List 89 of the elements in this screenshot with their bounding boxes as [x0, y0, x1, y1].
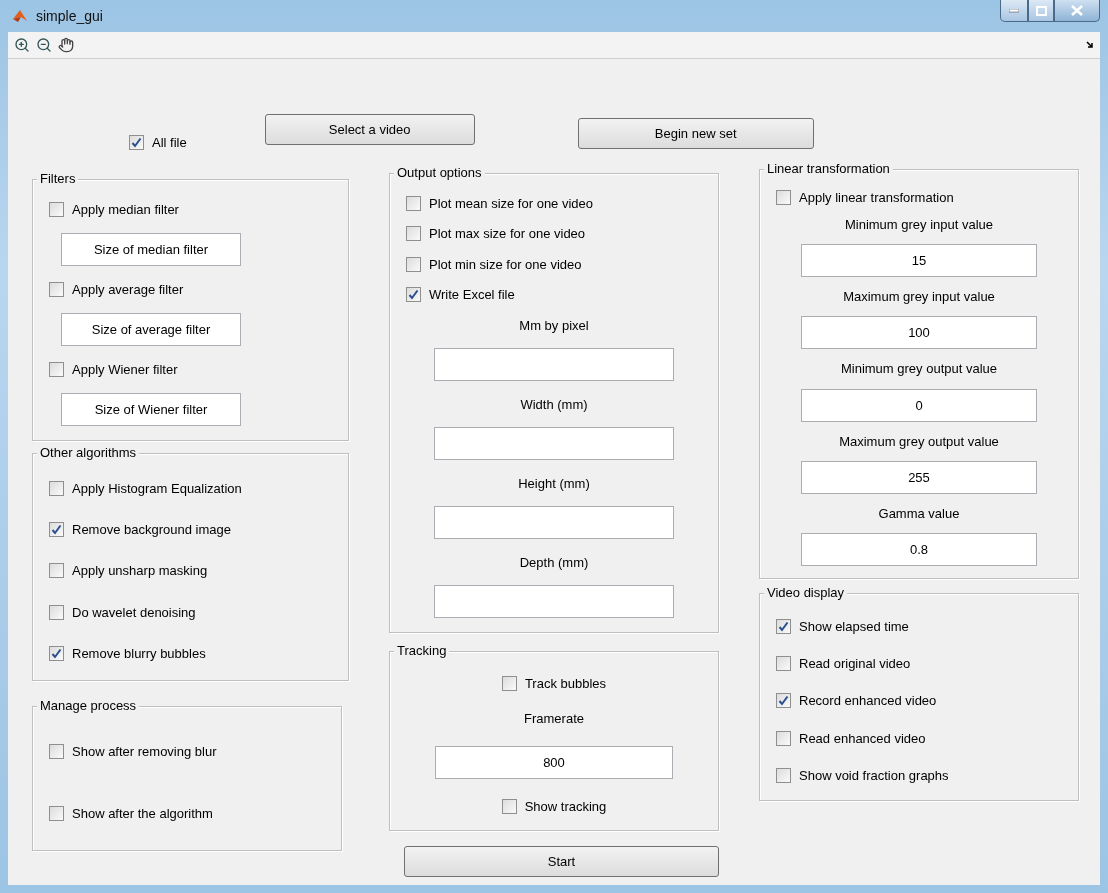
checkbox[interactable]	[49, 522, 64, 538]
checkbox[interactable]	[406, 226, 421, 242]
field-label: Gamma value	[878, 505, 960, 521]
field-label: Minimum grey output value	[840, 361, 998, 377]
start-button[interactable]: Start	[404, 846, 719, 877]
checkbox-label[interactable]: Show elapsed time	[799, 619, 909, 635]
text-field[interactable]: 0	[801, 388, 1037, 422]
new-set-button[interactable]: Begin new set	[577, 118, 814, 149]
zoom-out-icon[interactable]	[36, 37, 52, 53]
checkbox-label[interactable]: Show after the algorithm	[72, 805, 213, 821]
text-field[interactable]	[434, 348, 674, 382]
checkbox-label[interactable]: Read original video	[799, 656, 911, 672]
checkbox[interactable]	[776, 619, 791, 635]
checkbox-label[interactable]: Apply average filter	[72, 282, 184, 297]
text-field[interactable]: Size of median filter	[61, 233, 241, 266]
checkbox-label[interactable]: Record enhanced video	[799, 693, 937, 709]
field-label: Maximum grey input value	[843, 289, 995, 305]
zoom-in-icon[interactable]	[14, 37, 30, 53]
checkbox-label[interactable]: All file	[152, 135, 187, 150]
app-logo-icon	[12, 8, 28, 24]
maximize-button[interactable]	[1028, 0, 1054, 22]
close-button[interactable]	[1054, 0, 1100, 22]
close-icon	[1071, 5, 1083, 16]
checkbox-label[interactable]: Apply linear transformation	[799, 190, 954, 206]
field-label: Minimum grey input value	[844, 217, 994, 233]
checkbox-label[interactable]: Track bubbles	[524, 676, 607, 691]
checkbox[interactable]	[406, 287, 421, 303]
text-field[interactable]	[434, 427, 674, 461]
text-field[interactable]: 15	[801, 244, 1037, 278]
text-field[interactable]: Size of Wiener filter	[61, 393, 241, 426]
checkbox-label[interactable]: Do wavelet denoising	[72, 604, 196, 620]
checkbox-label[interactable]: Plot min size for one video	[429, 256, 582, 272]
field-label: Maximum grey output value	[839, 433, 999, 449]
text-field[interactable]	[434, 585, 674, 619]
panel-title: Output options	[394, 165, 485, 181]
checkbox[interactable]	[49, 744, 64, 760]
checkbox-label[interactable]: Apply Histogram Equalization	[72, 481, 242, 497]
maximize-icon	[1035, 5, 1047, 16]
minimize-button[interactable]	[1000, 0, 1028, 22]
checkbox-label[interactable]: Plot max size for one video	[429, 226, 586, 242]
checkbox[interactable]	[406, 256, 421, 272]
dock-arrow-icon[interactable]	[1086, 41, 1094, 49]
checkbox-label[interactable]: Show void fraction graphs	[799, 767, 949, 783]
checkbox[interactable]	[49, 202, 64, 217]
checkbox[interactable]	[776, 767, 791, 783]
text-field[interactable]: 800	[435, 746, 673, 779]
checkbox-label[interactable]: Apply unsharp masking	[72, 563, 208, 579]
checkbox-label[interactable]: Apply Wiener filter	[72, 362, 178, 377]
field-label: Width (mm)	[520, 396, 588, 412]
checkbox[interactable]	[406, 195, 421, 211]
checkbox[interactable]	[49, 282, 64, 297]
checkbox[interactable]	[49, 645, 64, 661]
checkbox[interactable]	[49, 805, 64, 821]
checkbox-label[interactable]: Read enhanced video	[799, 730, 926, 746]
checkbox[interactable]	[49, 481, 64, 497]
checkbox-label[interactable]: Remove background image	[72, 522, 231, 538]
window-title: simple_gui	[36, 8, 103, 24]
checkbox[interactable]	[49, 362, 64, 377]
field-label: Mm by pixel	[519, 317, 589, 333]
panel-title: Video display	[764, 585, 848, 601]
field-label: Framerate	[524, 711, 584, 726]
checkbox[interactable]	[776, 693, 791, 709]
checkbox[interactable]	[49, 604, 64, 620]
checkbox[interactable]	[49, 563, 64, 579]
field-label: Depth (mm)	[519, 554, 589, 570]
checkbox-label[interactable]: Apply median filter	[72, 202, 179, 217]
checkbox[interactable]	[501, 799, 517, 814]
checkbox-label[interactable]: Remove blurry bubbles	[72, 645, 206, 661]
checkbox[interactable]	[776, 190, 791, 206]
panel-title: Other algorithms	[37, 445, 140, 461]
checkbox[interactable]	[129, 135, 144, 150]
select-video-button[interactable]: Select a video	[264, 114, 475, 145]
checkbox[interactable]	[776, 656, 791, 672]
minimize-icon	[1009, 8, 1019, 13]
text-field[interactable]: 0.8	[801, 532, 1037, 566]
text-field[interactable]: 100	[801, 316, 1037, 350]
panel-title: Tracking	[394, 643, 450, 659]
hand-icon[interactable]	[58, 37, 74, 53]
text-field[interactable]: Size of average filter	[61, 313, 241, 346]
checkbox[interactable]	[776, 730, 791, 746]
checkbox-label[interactable]: Show after removing blur	[72, 744, 217, 760]
checkbox[interactable]	[501, 676, 517, 691]
checkbox-label[interactable]: Write Excel file	[429, 287, 515, 303]
text-field[interactable]	[434, 506, 674, 540]
panel-title: Manage process	[37, 698, 140, 714]
field-label: Height (mm)	[518, 475, 590, 491]
checkbox-label[interactable]: Show tracking	[524, 799, 607, 814]
text-field[interactable]: 255	[801, 460, 1037, 494]
checkbox-label[interactable]: Plot mean size for one video	[429, 195, 594, 211]
